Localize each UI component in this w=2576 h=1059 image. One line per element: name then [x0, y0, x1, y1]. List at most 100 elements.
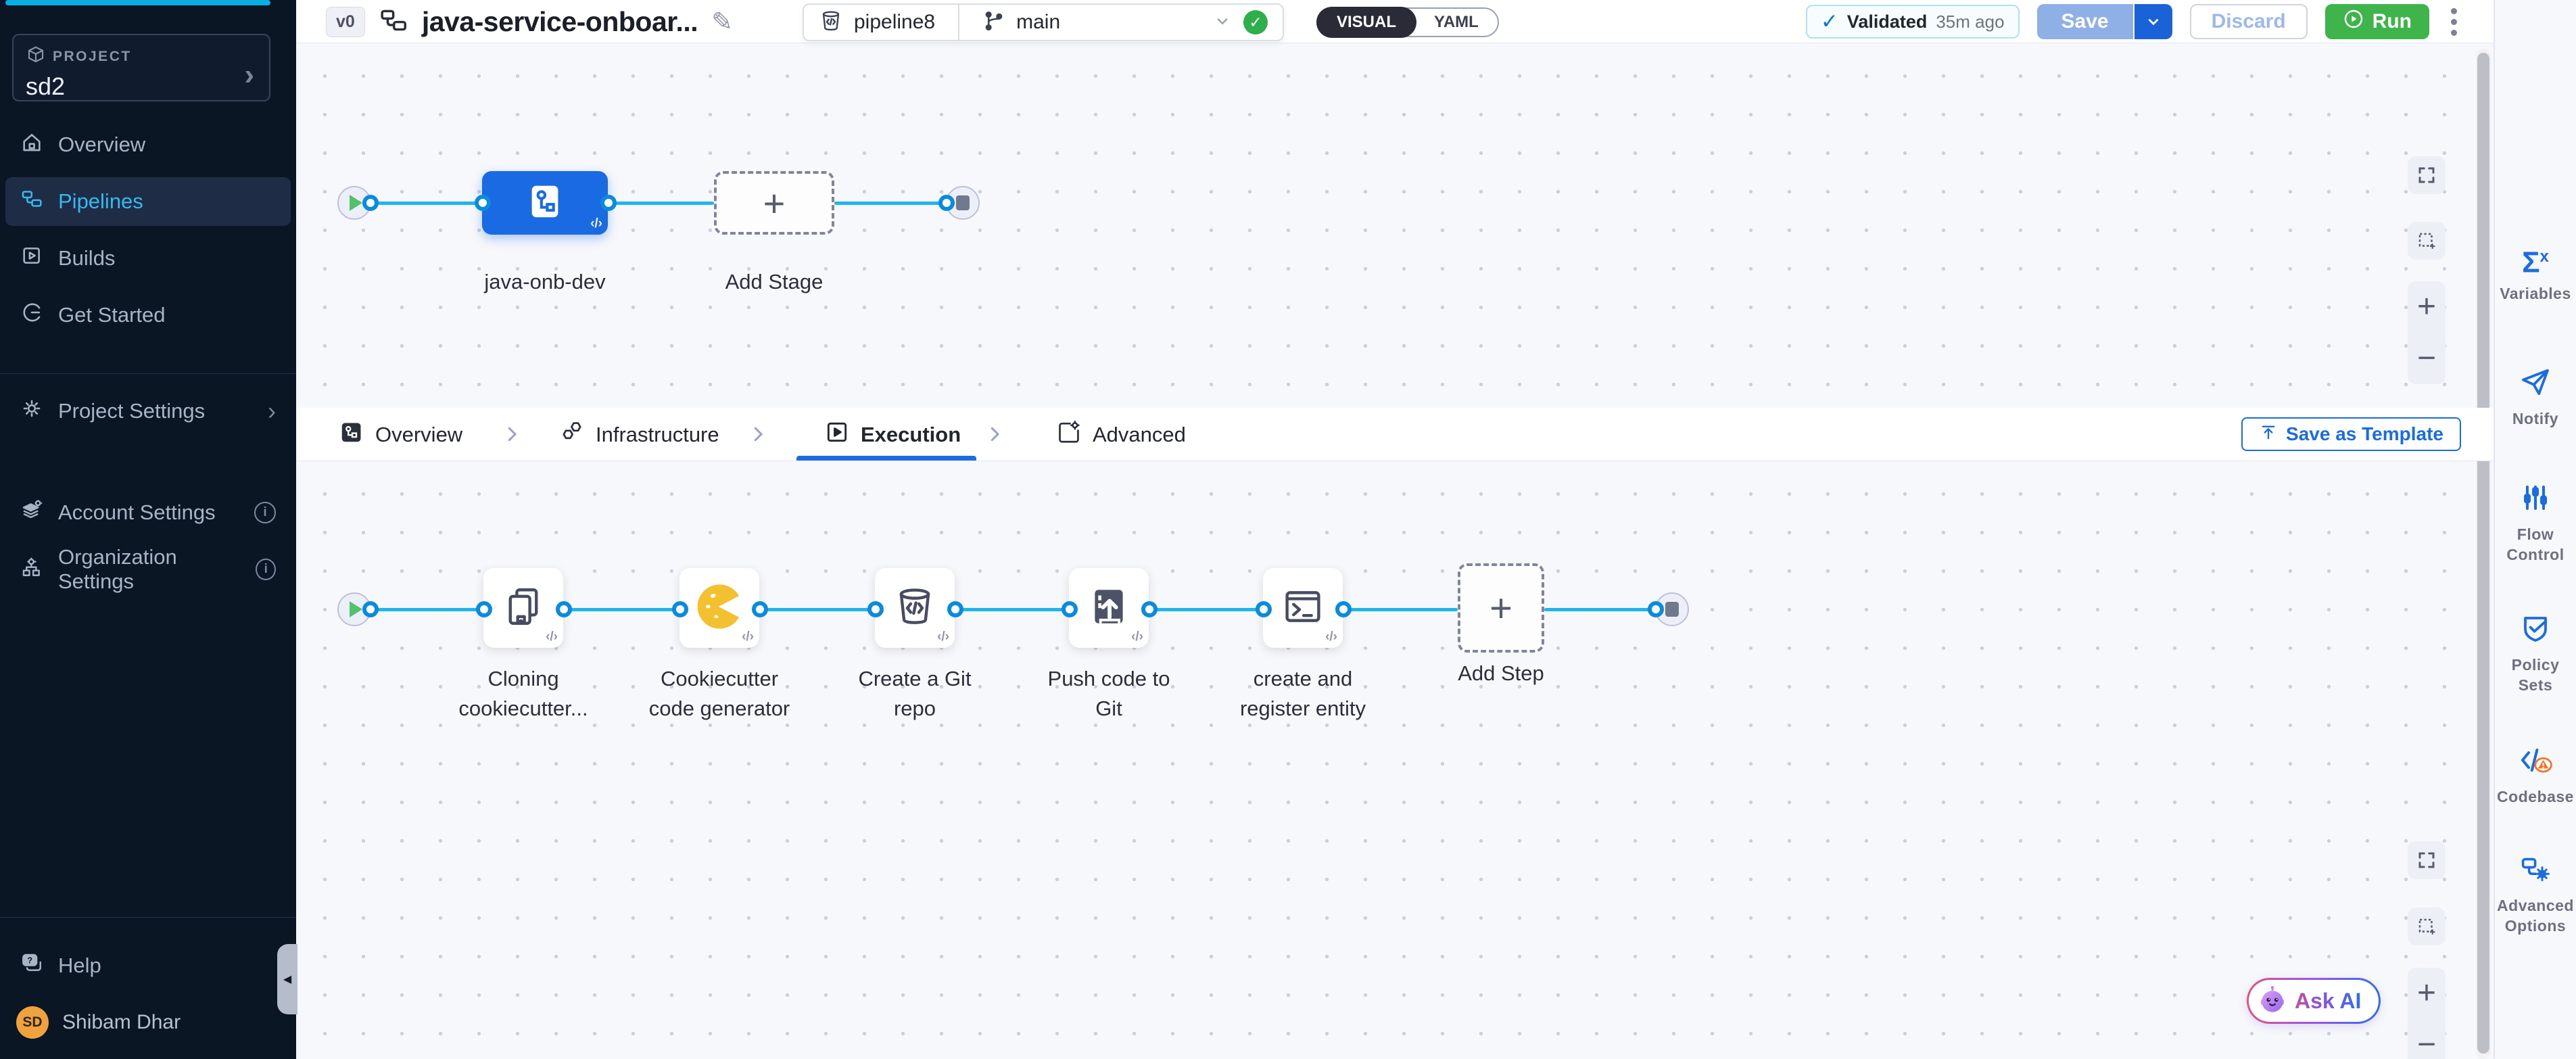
- fullscreen-button[interactable]: [2408, 841, 2446, 879]
- connector: [955, 608, 1069, 611]
- sidebar-item-label: Organization Settings: [58, 545, 241, 594]
- connector-dot: [600, 195, 617, 211]
- chevron-right-icon: [502, 424, 522, 448]
- sidebar-item-label: Account Settings: [58, 500, 216, 525]
- run-button[interactable]: Run: [2325, 4, 2429, 39]
- code-badge-icon: ‹/›: [546, 630, 558, 644]
- repo-name[interactable]: pipeline8: [854, 11, 935, 34]
- step-cloning-cookiecutter[interactable]: ‹/›: [483, 568, 563, 648]
- sidebar-item-organization-settings[interactable]: Organization Settings i: [5, 545, 291, 594]
- play-square-icon: [824, 419, 850, 450]
- connector-dot: [938, 195, 955, 211]
- add-stage-button[interactable]: +: [714, 171, 834, 235]
- zoom-controls: + −: [2408, 281, 2446, 384]
- sidebar-item-get-started[interactable]: Get Started: [5, 291, 291, 339]
- rail-item-advanced-options[interactable]: AdvancedOptions: [2497, 853, 2574, 936]
- pipelines-icon: [20, 187, 43, 216]
- marquee-select-button[interactable]: [2408, 908, 2446, 945]
- discard-button[interactable]: Discard: [2190, 4, 2308, 39]
- edit-pencil-icon[interactable]: ✎: [711, 7, 733, 37]
- rail-item-policy-sets[interactable]: PolicySets: [2512, 612, 2560, 695]
- branch-valid-check-icon: ✓: [1243, 10, 1268, 34]
- fullscreen-button[interactable]: [2408, 156, 2446, 194]
- toggle-visual[interactable]: VISUAL: [1316, 7, 1416, 38]
- cube-icon: [26, 45, 46, 68]
- right-tool-rail: Σx Variables Notify FlowControl PolicySe…: [2494, 0, 2576, 1059]
- stage-canvas[interactable]: ‹/› java-onb-dev + Add Stage + −: [296, 43, 2494, 408]
- ask-ai-button[interactable]: Ask AI: [2247, 978, 2381, 1024]
- zoom-out-button[interactable]: −: [2417, 1029, 2436, 1059]
- info-icon[interactable]: i: [254, 502, 276, 523]
- scrollbar-thumb[interactable]: [2477, 53, 2489, 1054]
- connector-dot: [752, 601, 768, 617]
- custom-stage-icon: [524, 181, 566, 226]
- sidebar-item-builds[interactable]: Builds: [5, 234, 291, 283]
- tab-advanced[interactable]: Advanced: [1056, 408, 1186, 461]
- stage-node-java-onb-dev[interactable]: ‹/›: [482, 171, 608, 235]
- codebase-icon: [2518, 744, 2553, 780]
- step-create-and-register-entity[interactable]: ‹/›: [1263, 568, 1343, 648]
- save-as-template-button[interactable]: Save as Template: [2241, 417, 2461, 451]
- validated-time: 35m ago: [1936, 11, 2004, 32]
- sidebar-item-help[interactable]: ? Help: [5, 941, 291, 990]
- sidebar-item-label: Pipelines: [58, 189, 143, 214]
- terminal-icon: [1281, 584, 1325, 632]
- active-tab-underline: [796, 456, 976, 461]
- connector-dot: [362, 195, 379, 211]
- help-chat-icon: ?: [20, 951, 43, 980]
- sidebar-item-overview[interactable]: Overview: [5, 120, 291, 169]
- save-button[interactable]: Save: [2037, 4, 2133, 39]
- sidebar-item-project-settings[interactable]: Project Settings ›: [5, 387, 291, 436]
- connector-dot: [556, 601, 572, 617]
- zoom-in-button[interactable]: +: [2417, 977, 2436, 1010]
- kebab-menu[interactable]: [2447, 4, 2461, 40]
- save-split-button: Save: [2037, 4, 2172, 39]
- check-icon: ✓: [1821, 9, 1838, 34]
- pipeline-studio-app: PROJECT sd2 › Overview Pipelines Builds …: [0, 0, 2576, 1059]
- project-selector[interactable]: PROJECT sd2 ›: [12, 34, 270, 101]
- user-profile[interactable]: SD Shibam Dhar: [5, 998, 291, 1047]
- run-play-icon: [2343, 8, 2364, 35]
- connector-dot: [476, 601, 492, 617]
- tab-overview[interactable]: Overview: [339, 408, 462, 461]
- validated-badge[interactable]: ✓ Validated 35m ago: [1806, 5, 2020, 39]
- toggle-yaml[interactable]: YAML: [1415, 7, 1498, 38]
- vertical-scrollbar[interactable]: [2476, 49, 2491, 1059]
- left-sidebar: PROJECT sd2 › Overview Pipelines Builds …: [0, 0, 296, 1059]
- project-name: sd2: [26, 72, 257, 101]
- branch-selector[interactable]: main: [982, 9, 1233, 36]
- sidebar-collapse-handle[interactable]: ◀: [277, 944, 297, 1014]
- step-cookiecutter-code-generator[interactable]: ‹/›: [679, 568, 759, 648]
- sidebar-divider: [0, 373, 296, 374]
- code-badge-icon: ‹/›: [590, 216, 602, 231]
- execution-canvas[interactable]: ‹/› ‹/› ‹/› ‹/› ‹/› + Cloningco: [296, 461, 2494, 1059]
- sidebar-item-pipelines[interactable]: Pipelines: [5, 177, 291, 226]
- sidebar-item-account-settings[interactable]: Account Settings i: [5, 488, 291, 537]
- zoom-in-button[interactable]: +: [2417, 291, 2436, 323]
- marquee-select-button[interactable]: [2408, 222, 2446, 260]
- connector: [759, 608, 875, 611]
- user-name: Shibam Dhar: [62, 1011, 181, 1034]
- rail-item-flow-control[interactable]: FlowControl: [2506, 481, 2564, 565]
- save-dropdown-button[interactable]: [2133, 4, 2172, 39]
- connector-dot: [362, 601, 379, 617]
- zoom-controls: + −: [2408, 968, 2446, 1059]
- step-create-git-repo[interactable]: ‹/›: [875, 568, 955, 648]
- rail-item-notify[interactable]: Notify: [2512, 366, 2558, 429]
- rail-item-codebase[interactable]: Codebase: [2497, 744, 2574, 807]
- stop-icon: [956, 195, 970, 210]
- upload-icon: [2259, 423, 2278, 446]
- connector: [563, 608, 679, 611]
- avatar: SD: [16, 1006, 49, 1039]
- info-icon[interactable]: i: [256, 559, 276, 580]
- builds-icon: [20, 244, 43, 273]
- tab-infrastructure[interactable]: Infrastructure: [559, 408, 719, 461]
- add-step-label: Add Step: [1413, 659, 1589, 688]
- zoom-out-button[interactable]: −: [2417, 342, 2436, 375]
- tab-execution[interactable]: Execution: [824, 408, 961, 461]
- pipeline-source-group: pipeline8 main ✓: [803, 3, 1284, 41]
- rail-item-variables[interactable]: Σx Variables: [2500, 243, 2571, 304]
- chevron-right-icon: ›: [244, 58, 254, 92]
- step-push-code-to-git[interactable]: ‹/›: [1069, 568, 1149, 648]
- add-step-button[interactable]: +: [1458, 563, 1544, 653]
